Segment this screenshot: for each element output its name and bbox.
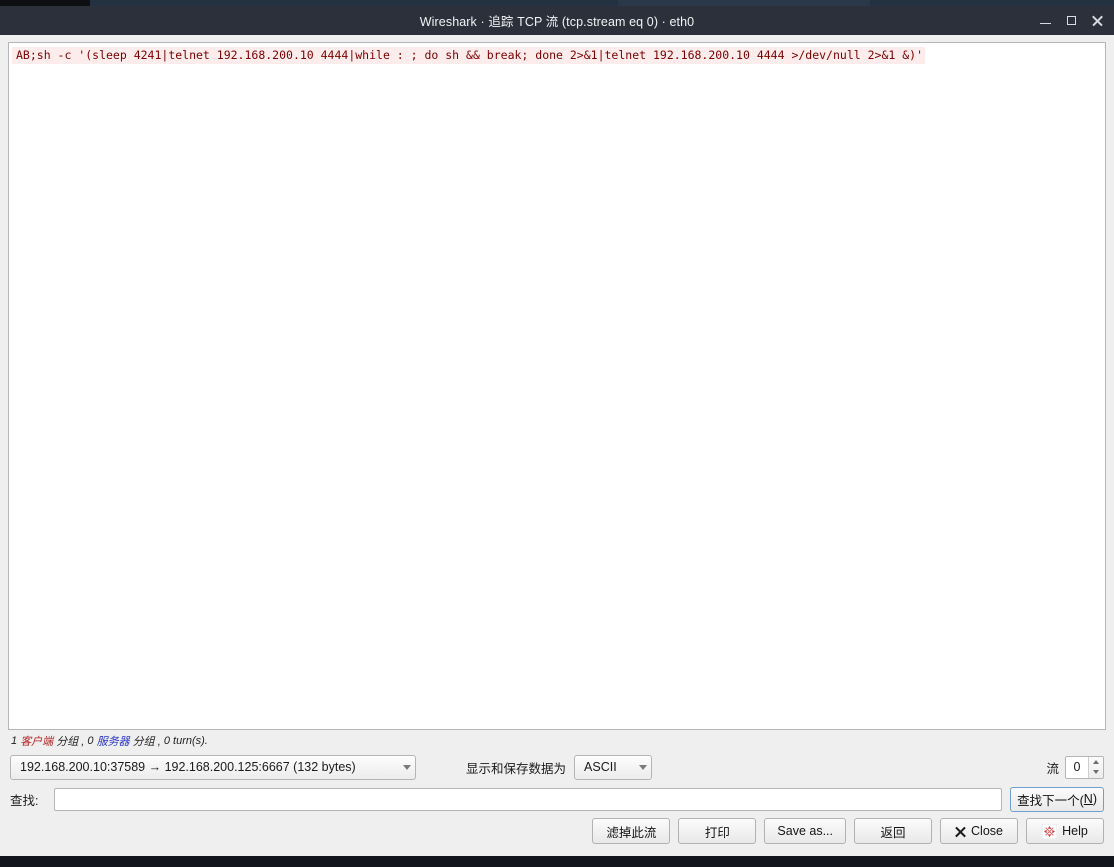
maximize-icon: [1066, 16, 1076, 25]
format-dropdown[interactable]: ASCII: [574, 754, 653, 780]
minimize-button[interactable]: [1032, 6, 1058, 35]
window-title: Wireshark · 追踪 TCP 流 (tcp.stream eq 0) ·…: [419, 15, 695, 29]
help-button[interactable]: Help: [1026, 818, 1104, 844]
filter-out-stream-label: 滤掉此流: [606, 825, 657, 840]
dialog-button-row: 滤掉此流 打印 Save as... 返回 Close Help: [8, 814, 1106, 856]
close-window-button[interactable]: [1084, 6, 1110, 35]
help-label: Help: [1062, 824, 1088, 838]
chevron-down-icon: [403, 764, 411, 770]
stream-client-text: AB;sh -c '(sleep 4241|telnet 192.168.200…: [12, 47, 925, 64]
find-next-button[interactable]: 查找下一个(N): [1010, 786, 1104, 812]
find-label: 查找:: [10, 793, 39, 808]
stream-content-view[interactable]: AB;sh -c '(sleep 4241|telnet 192.168.200…: [8, 42, 1106, 730]
client-suffix-text: 分组 ,: [53, 736, 88, 748]
print-button[interactable]: 打印: [678, 818, 757, 844]
stream-number-value[interactable]: 0: [1066, 756, 1088, 778]
stream-selector-value: 192.168.200.10:37589 → 192.168.200.125:6…: [20, 760, 356, 774]
close-button[interactable]: Close: [940, 818, 1018, 844]
maximize-button[interactable]: [1058, 6, 1084, 35]
find-row: 查找: 查找下一个(N): [8, 784, 1106, 814]
server-suffix-text: 分组 ,: [129, 736, 164, 748]
stepper-buttons: [1088, 756, 1103, 778]
find-next-label-prefix: 查找下一个(: [1017, 793, 1084, 808]
save-as-label: Save as...: [777, 824, 833, 838]
close-label: Close: [971, 824, 1003, 838]
help-icon: [1042, 823, 1058, 839]
dialog-body: AB;sh -c '(sleep 4241|telnet 192.168.200…: [0, 35, 1114, 856]
stream-number-label: 流: [1046, 761, 1059, 776]
find-input[interactable]: [54, 787, 1003, 811]
chevron-down-icon: [1093, 770, 1099, 775]
stream-selector-dropdown[interactable]: 192.168.200.10:37589 → 192.168.200.125:6…: [10, 754, 416, 780]
title-bar[interactable]: Wireshark · 追踪 TCP 流 (tcp.stream eq 0) ·…: [0, 6, 1114, 35]
window-controls: [1032, 6, 1110, 35]
close-icon: [955, 826, 966, 837]
turns-text: 0 turn(s).: [163, 735, 208, 747]
filter-out-stream-button[interactable]: 滤掉此流: [592, 818, 671, 844]
client-label: 客户端: [20, 736, 54, 748]
find-next-label-suffix: ): [1092, 792, 1097, 806]
stream-number-stepper[interactable]: 0: [1065, 755, 1104, 779]
stream-number-group: 流 0: [1046, 755, 1104, 779]
tcp-stream-dialog: Wireshark · 追踪 TCP 流 (tcp.stream eq 0) ·…: [0, 6, 1114, 856]
stepper-up-button[interactable]: [1089, 757, 1103, 768]
format-value: ASCII: [584, 760, 617, 774]
stepper-down-button[interactable]: [1089, 767, 1103, 778]
format-label: 显示和保存数据为: [466, 761, 567, 776]
back-button[interactable]: 返回: [854, 818, 932, 844]
find-next-mnemonic: N: [1083, 792, 1093, 806]
close-icon: [1091, 15, 1103, 27]
minimize-icon: [1039, 22, 1051, 25]
packet-summary-status: 1 客户端 分组 , 0 服务器 分组 , 0 turn(s).: [8, 730, 1106, 750]
chevron-up-icon: [1093, 759, 1099, 764]
server-label: 服务器: [96, 736, 130, 748]
save-as-button[interactable]: Save as...: [764, 818, 846, 844]
stream-controls-row: 192.168.200.10:37589 → 192.168.200.125:6…: [8, 750, 1106, 784]
back-label: 返回: [880, 825, 906, 840]
print-label: 打印: [704, 825, 730, 840]
chevron-down-icon: [639, 764, 648, 770]
desktop-bottom-bar: [0, 856, 1114, 867]
